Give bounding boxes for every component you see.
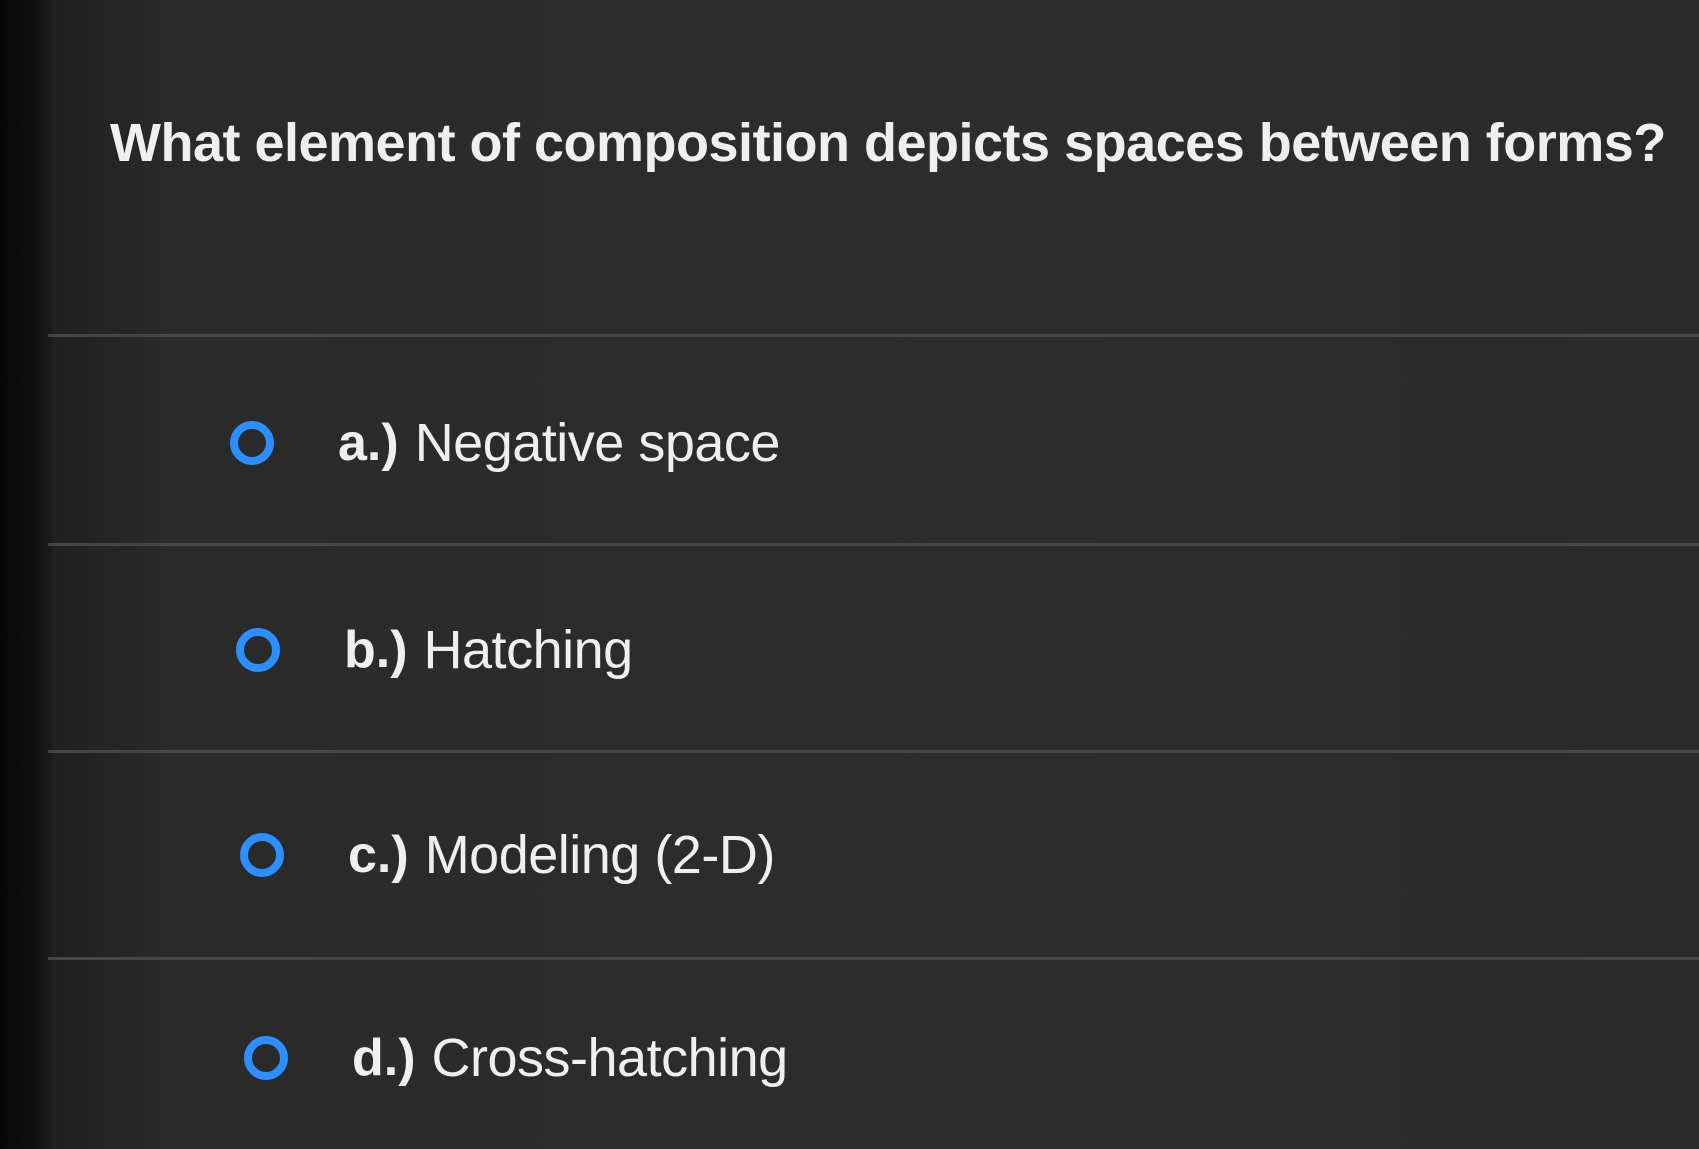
- divider: [48, 334, 1699, 337]
- option-b[interactable]: b.) Hatching: [236, 605, 633, 695]
- option-d[interactable]: d.) Cross-hatching: [244, 1013, 788, 1103]
- radio-unchecked-icon[interactable]: [236, 628, 280, 672]
- option-a[interactable]: a.) Negative space: [230, 398, 780, 488]
- option-label: Modeling (2-D): [424, 825, 776, 885]
- divider: [48, 957, 1699, 960]
- option-label: Negative space: [414, 413, 781, 473]
- divider: [48, 750, 1699, 753]
- option-letter: b.): [344, 621, 408, 679]
- option-letter: d.): [352, 1029, 416, 1087]
- radio-unchecked-icon[interactable]: [244, 1036, 288, 1080]
- radio-unchecked-icon[interactable]: [240, 833, 284, 877]
- option-c[interactable]: c.) Modeling (2-D): [240, 810, 775, 900]
- option-letter: a.): [338, 414, 399, 472]
- option-letter: c.): [348, 826, 409, 884]
- divider: [48, 543, 1699, 546]
- option-label: Hatching: [423, 620, 634, 680]
- quiz-screen: What element of composition depicts spac…: [0, 0, 1699, 1149]
- question-text: What element of composition depicts spac…: [110, 113, 1666, 173]
- screen-bezel: [0, 0, 52, 1149]
- option-label: Cross-hatching: [431, 1028, 789, 1088]
- radio-unchecked-icon[interactable]: [230, 421, 274, 465]
